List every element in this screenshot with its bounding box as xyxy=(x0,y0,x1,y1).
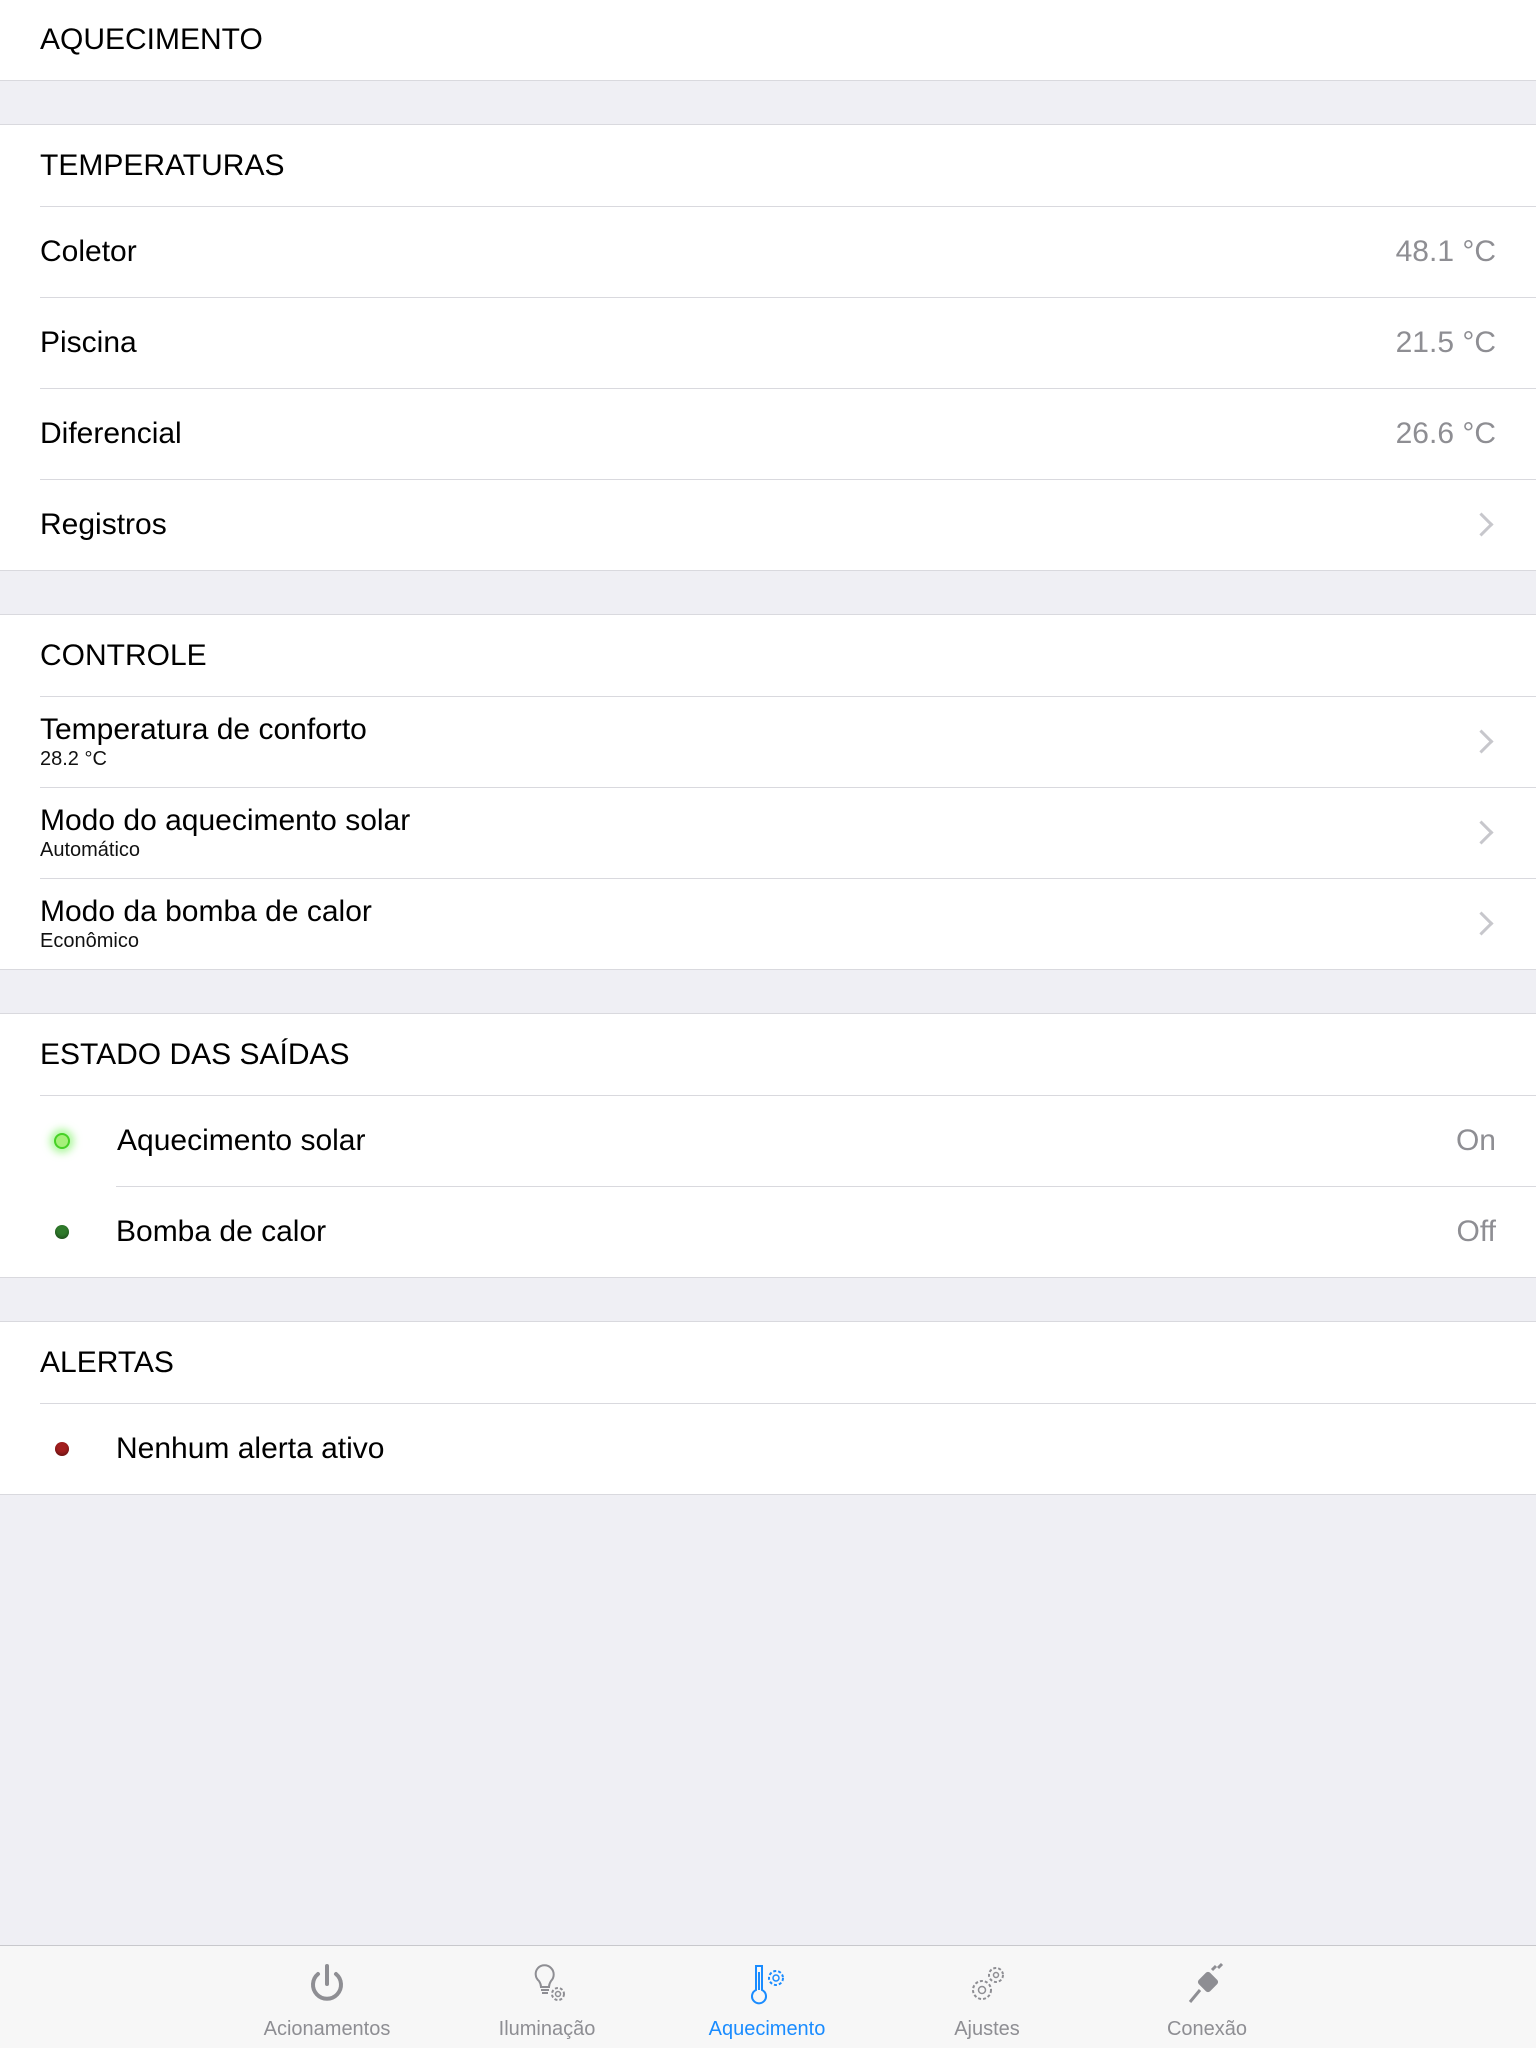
plug-icon xyxy=(1188,1962,1224,2003)
estado-section: ESTADO DAS SAÍDAS Aquecimento solar On B… xyxy=(0,1013,1536,1278)
page-title: AQUECIMENTO xyxy=(0,0,1536,81)
chevron-right-icon xyxy=(1469,820,1494,845)
temp-value: 48.1 °C xyxy=(1395,234,1496,268)
controle-section: CONTROLE Temperatura de conforto 28.2 °C… xyxy=(0,614,1536,970)
temp-value: 21.5 °C xyxy=(1395,325,1496,359)
controle-item-title: Temperatura de conforto xyxy=(40,712,367,746)
tab-aquecimento[interactable]: Aquecimento xyxy=(682,1946,852,2048)
thermometer-gear-icon xyxy=(751,1965,784,2005)
temp-label: Piscina xyxy=(40,325,137,359)
estado-value: On xyxy=(1455,1123,1496,1157)
tab-label: Iluminação xyxy=(498,2018,596,2040)
temp-row-coletor: Coletor 48.1 °C xyxy=(0,206,1536,297)
alerta-item: Nenhum alerta ativo xyxy=(0,1403,1536,1494)
tab-label: Aquecimento xyxy=(708,2018,826,2040)
chevron-right-icon xyxy=(1469,512,1494,537)
controle-item-solar[interactable]: Modo do aquecimento solar Automático xyxy=(0,787,1536,878)
temp-row-piscina: Piscina 21.5 °C xyxy=(0,297,1536,388)
temp-label: Diferencial xyxy=(40,416,182,450)
estado-item-solar: Aquecimento solar On xyxy=(0,1095,1536,1186)
tab-label: Ajustes xyxy=(954,2018,1020,2040)
controle-item-subtitle: Econômico xyxy=(40,929,139,952)
registros-row[interactable]: Registros xyxy=(0,479,1536,570)
estado-label: Bomba de calor xyxy=(116,1214,327,1248)
estado-item-bomba: Bomba de calor Off xyxy=(0,1186,1536,1277)
alertas-header: ALERTAS xyxy=(40,1345,174,1379)
temp-row-diferencial: Diferencial 26.6 °C xyxy=(0,388,1536,479)
registros-label: Registros xyxy=(40,507,167,541)
controle-item-subtitle: Automático xyxy=(40,838,141,861)
status-led-alert-icon xyxy=(55,1441,69,1456)
temp-value: 26.6 °C xyxy=(1395,416,1496,450)
tab-acionamentos[interactable]: Acionamentos xyxy=(242,1946,412,2048)
status-led-on-icon xyxy=(54,1132,70,1149)
temperaturas-header: TEMPERATURAS xyxy=(40,148,285,182)
chevron-right-icon xyxy=(1469,729,1494,754)
controle-item-subtitle: 28.2 °C xyxy=(40,747,107,770)
chevron-right-icon xyxy=(1469,911,1494,936)
status-led-off-icon xyxy=(55,1224,69,1239)
bulb-gear-icon xyxy=(534,1964,565,2001)
controle-item-bomba[interactable]: Modo da bomba de calor Econômico xyxy=(0,878,1536,969)
tab-bar: Acionamentos Iluminação Aquecimento Ajus… xyxy=(0,1945,1536,2048)
gears-icon xyxy=(972,1967,1004,2000)
tab-iluminacao[interactable]: Iluminação xyxy=(462,1946,632,2048)
tab-ajustes[interactable]: Ajustes xyxy=(902,1946,1072,2048)
tab-conexao[interactable]: Conexão xyxy=(1122,1946,1292,2048)
power-icon xyxy=(311,1964,343,2001)
controle-header: CONTROLE xyxy=(40,638,207,672)
alertas-section: ALERTAS Nenhum alerta ativo xyxy=(0,1321,1536,1495)
controle-item-title: Modo do aquecimento solar xyxy=(40,803,411,837)
controle-item-conforto[interactable]: Temperatura de conforto 28.2 °C xyxy=(0,696,1536,787)
estado-value: Off xyxy=(1456,1214,1496,1248)
temperaturas-section: TEMPERATURAS Coletor 48.1 °C Piscina 21.… xyxy=(0,124,1536,571)
alerta-message: Nenhum alerta ativo xyxy=(116,1431,385,1465)
estado-header: ESTADO DAS SAÍDAS xyxy=(40,1037,350,1071)
tab-label: Acionamentos xyxy=(263,2018,391,2040)
temp-label: Coletor xyxy=(40,234,137,268)
tab-label: Conexão xyxy=(1166,2018,1248,2040)
controle-item-title: Modo da bomba de calor xyxy=(40,894,372,928)
estado-label: Aquecimento solar xyxy=(117,1123,366,1157)
